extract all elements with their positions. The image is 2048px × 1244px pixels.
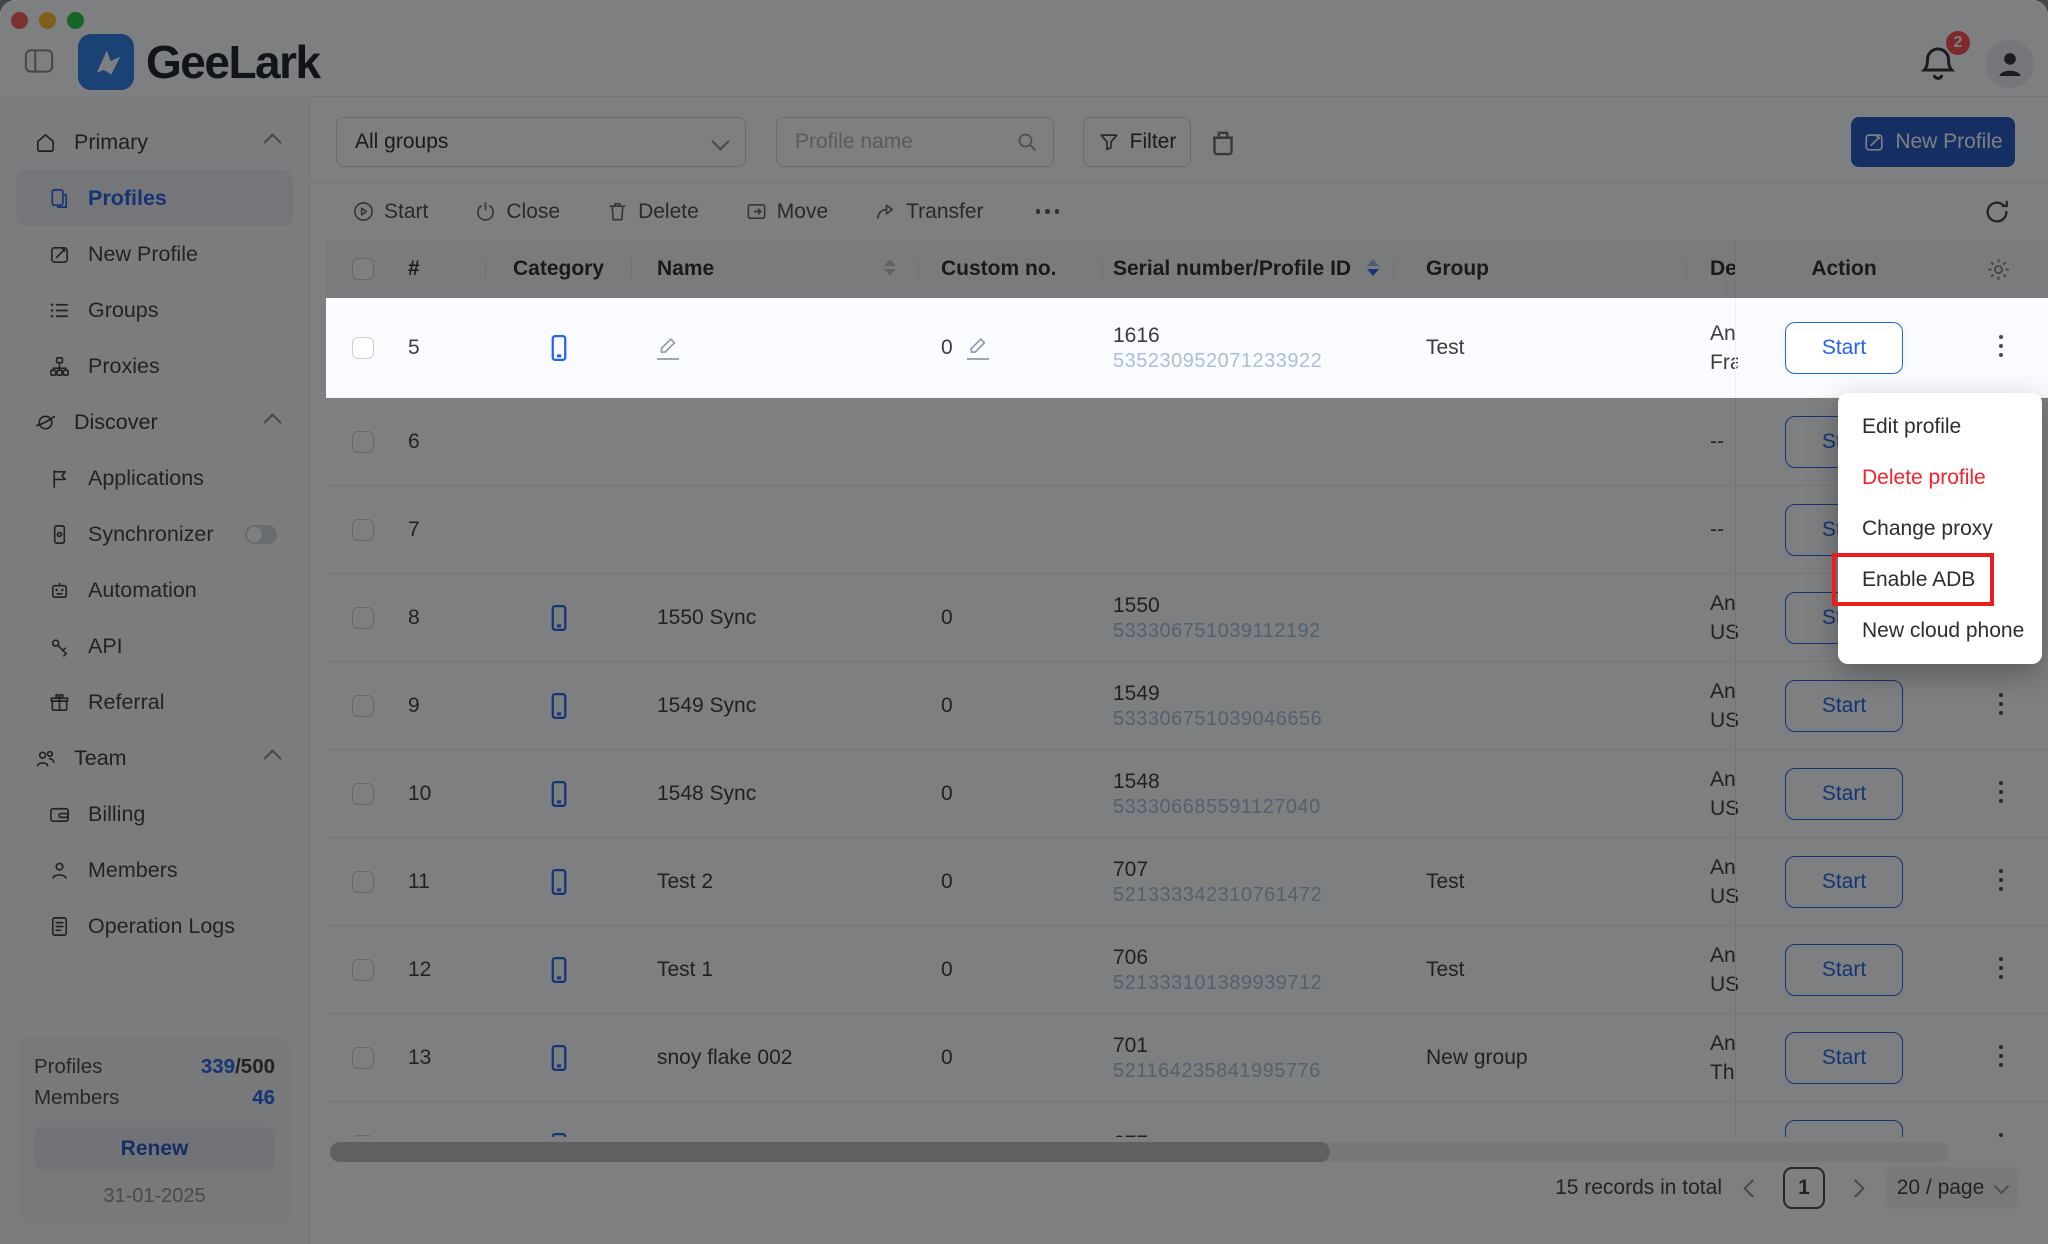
menu-item-enable-adb[interactable]: Enable ADB bbox=[1838, 554, 2042, 605]
table-row[interactable]: 5 0 1616 535230952071233922 Test AnFra S… bbox=[326, 298, 2048, 398]
edit-pencil-icon[interactable] bbox=[657, 335, 679, 360]
row-more-icon[interactable] bbox=[1988, 335, 2014, 358]
menu-item-new-cloud-phone[interactable]: New cloud phone bbox=[1838, 605, 2042, 656]
row-checkbox[interactable] bbox=[352, 337, 374, 359]
custom-no-cell: 0 bbox=[941, 298, 1081, 397]
group-cell: Test bbox=[1426, 298, 1676, 397]
edit-pencil-icon[interactable] bbox=[967, 335, 989, 360]
device-cell: AnFra bbox=[1710, 298, 1738, 397]
dim-overlay bbox=[0, 0, 2048, 1244]
app-window: GeeLark 2 Primary Profiles New Profile bbox=[0, 0, 2048, 1244]
serial-profile-id-cell: 1616 535230952071233922 bbox=[1113, 298, 1363, 397]
serial-number: 1616 bbox=[1113, 325, 1160, 346]
start-button[interactable]: Start bbox=[1785, 322, 1903, 374]
profile-id: 535230952071233922 bbox=[1113, 351, 1322, 371]
row-context-menu: Edit profile Delete profile Change proxy… bbox=[1838, 393, 2042, 664]
category-cell bbox=[513, 298, 605, 397]
menu-item-change-proxy[interactable]: Change proxy bbox=[1838, 503, 2042, 554]
row-number: 5 bbox=[408, 298, 472, 397]
menu-item-edit-profile[interactable]: Edit profile bbox=[1838, 401, 2042, 452]
menu-item-delete-profile[interactable]: Delete profile bbox=[1838, 452, 2042, 503]
fixed-column-divider bbox=[1735, 298, 1736, 397]
name-cell bbox=[657, 298, 892, 397]
cloud-phone-icon bbox=[544, 333, 574, 363]
